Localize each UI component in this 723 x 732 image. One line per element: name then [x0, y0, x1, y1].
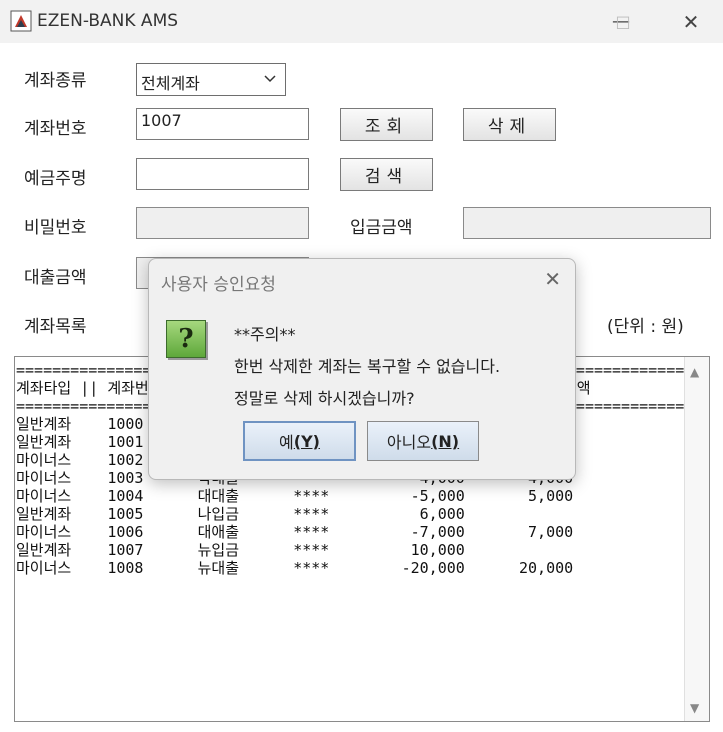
password-field[interactable]	[136, 207, 309, 239]
delete-button[interactable]: 삭제	[463, 108, 556, 141]
dialog-message-line: 한번 삭제한 계좌는 복구할 수 없습니다.	[234, 357, 501, 376]
account-number-field[interactable]: 1007	[136, 108, 309, 140]
account-type-value: 전체계좌	[141, 74, 200, 93]
holder-label: 예금주명	[24, 169, 87, 189]
account-number-label: 계좌번호	[24, 119, 87, 139]
no-button-label: 아니오	[386, 433, 432, 452]
account-list-label: 계좌목록	[24, 317, 87, 337]
account-type-label: 계좌종류	[24, 71, 87, 91]
vertical-scrollbar[interactable]: ▲ ▼	[684, 357, 709, 721]
dialog-warning-line: **주의**	[234, 325, 296, 344]
yes-button-mnemonic: (Y)	[293, 431, 320, 451]
loan-label: 대출금액	[24, 268, 87, 288]
account-type-select[interactable]: 전체계좌	[136, 63, 286, 96]
question-icon: ?	[166, 320, 206, 358]
dialog-question-line: 정말로 삭제 하시겠습니까?	[234, 389, 415, 408]
title-bar: EZEN-BANK AMS — □ ✕	[0, 0, 723, 43]
maximize-button[interactable]: □	[600, 0, 646, 43]
yes-button-label: 예	[279, 433, 294, 452]
close-button[interactable]: ✕	[668, 0, 714, 43]
yes-button[interactable]: 예 (Y)	[243, 421, 356, 461]
holder-field[interactable]	[136, 158, 309, 190]
dialog-title: 사용자 승인요청	[161, 275, 276, 295]
no-button[interactable]: 아니오 (N)	[367, 421, 479, 461]
find-button[interactable]: 검색	[340, 158, 433, 191]
password-label: 비밀번호	[24, 218, 87, 238]
search-button[interactable]: 조회	[340, 108, 433, 141]
chevron-down-icon	[264, 75, 276, 83]
confirm-dialog: 사용자 승인요청 ✕ ? **주의** 한번 삭제한 계좌는 복구할 수 없습니…	[148, 258, 576, 480]
no-button-mnemonic: (N)	[431, 431, 460, 451]
deposit-field[interactable]	[463, 207, 711, 239]
deposit-label: 입금금액	[350, 218, 413, 238]
java-app-icon	[10, 10, 32, 32]
unit-label: (단위 : 원)	[607, 317, 684, 337]
dialog-close-button[interactable]: ✕	[544, 267, 561, 291]
scroll-up-arrow-icon[interactable]: ▲	[690, 365, 699, 379]
scroll-down-arrow-icon[interactable]: ▼	[690, 701, 699, 715]
window-title: EZEN-BANK AMS	[37, 11, 179, 31]
